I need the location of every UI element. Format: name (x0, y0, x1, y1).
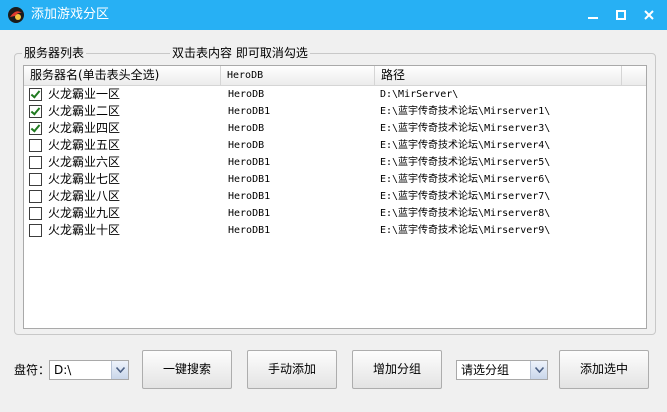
server-list-view[interactable]: 服务器名(单击表头全选) HeroDB 路径 火龙霸业一区 HeroDB D:\Mi… (23, 65, 647, 329)
server-name-cell: 火龙霸业六区 (48, 155, 121, 169)
chevron-down-icon[interactable] (530, 361, 547, 379)
herodb-cell: HeroDB (228, 123, 265, 134)
title-bar[interactable]: 添加游戏分区 (0, 0, 667, 30)
path-cell: E:\蓝宇传奇技术论坛\Mirserver9\ (380, 225, 551, 236)
minimize-icon (588, 17, 598, 19)
chevron-down-icon[interactable] (111, 361, 128, 379)
herodb-cell: HeroDB1 (228, 208, 271, 219)
server-name-cell: 火龙霸业九区 (48, 206, 121, 220)
drive-label: 盘符： (14, 363, 51, 377)
column-header-path[interactable]: 路径 (375, 66, 622, 85)
herodb-cell: HeroDB (228, 89, 265, 100)
table-row[interactable]: 火龙霸业八区 HeroDB1 E:\蓝宇传奇技术论坛\Mirserver7\ (24, 188, 646, 205)
maximize-icon (616, 10, 626, 20)
table-row[interactable]: 火龙霸业九区 HeroDB1 E:\蓝宇传奇技术论坛\Mirserver8\ (24, 205, 646, 222)
herodb-cell: HeroDB1 (228, 157, 271, 168)
herodb-cell: HeroDB1 (228, 106, 271, 117)
row-checkbox[interactable] (29, 207, 42, 220)
path-cell: E:\蓝宇传奇技术论坛\Mirserver4\ (380, 140, 551, 151)
row-checkbox[interactable] (29, 122, 42, 135)
server-name-cell: 火龙霸业十区 (48, 223, 121, 237)
table-row[interactable]: 火龙霸业二区 HeroDB1 E:\蓝宇传奇技术论坛\Mirserver1\ (24, 103, 646, 120)
row-checkbox[interactable] (29, 105, 42, 118)
one-click-search-button[interactable]: 一键搜索 (142, 350, 232, 389)
herodb-cell: HeroDB1 (228, 174, 271, 185)
list-header: 服务器名(单击表头全选) HeroDB 路径 (24, 66, 646, 86)
path-cell: E:\蓝宇传奇技术论坛\Mirserver5\ (380, 157, 551, 168)
path-cell: E:\蓝宇传奇技术论坛\Mirserver8\ (380, 208, 551, 219)
path-cell: D:\MirServer\ (380, 89, 459, 100)
window-title: 添加游戏分区 (31, 7, 110, 22)
table-row[interactable]: 火龙霸业十区 HeroDB1 E:\蓝宇传奇技术论坛\Mirserver9\ (24, 222, 646, 239)
herodb-cell: HeroDB1 (228, 225, 271, 236)
server-name-cell: 火龙霸业七区 (48, 172, 121, 186)
server-name-cell: 火龙霸业二区 (48, 104, 121, 118)
server-name-cell: 火龙霸业四区 (48, 121, 121, 135)
maximize-button[interactable] (610, 4, 632, 26)
table-row[interactable]: 火龙霸业一区 HeroDB D:\MirServer\ (24, 86, 646, 103)
row-checkbox[interactable] (29, 139, 42, 152)
manual-add-button[interactable]: 手动添加 (247, 350, 337, 389)
table-row[interactable]: 火龙霸业六区 HeroDB1 E:\蓝宇传奇技术论坛\Mirserver5\ (24, 154, 646, 171)
column-header-empty[interactable] (622, 66, 646, 85)
close-icon (644, 10, 654, 20)
add-group-button[interactable]: 增加分组 (352, 350, 442, 389)
app-logo-icon (7, 6, 25, 24)
double-click-hint: 双击表内容 即可取消勾选 (170, 45, 310, 61)
path-cell: E:\蓝宇传奇技术论坛\Mirserver7\ (380, 191, 551, 202)
drive-select[interactable]: D:\ (49, 360, 129, 380)
path-cell: E:\蓝宇传奇技术论坛\Mirserver3\ (380, 123, 551, 134)
herodb-cell: HeroDB1 (228, 191, 271, 202)
row-checkbox[interactable] (29, 224, 42, 237)
herodb-cell: HeroDB (228, 140, 265, 151)
row-checkbox[interactable] (29, 190, 42, 203)
server-list-legend: 服务器列表 (22, 45, 87, 61)
drive-select-value: D:\ (54, 363, 72, 377)
close-button[interactable] (638, 4, 660, 26)
row-checkbox[interactable] (29, 88, 42, 101)
add-game-zone-window: 添加游戏分区 服务器列表 双击表内容 即可取消勾选 服务器名(单击表头全选) H… (0, 0, 667, 412)
column-header-server-name[interactable]: 服务器名(单击表头全选) (24, 66, 221, 85)
group-select-value: 请选分组 (461, 363, 510, 377)
column-header-herodb[interactable]: HeroDB (221, 66, 375, 85)
table-row[interactable]: 火龙霸业四区 HeroDB E:\蓝宇传奇技术论坛\Mirserver3\ (24, 120, 646, 137)
server-name-cell: 火龙霸业八区 (48, 189, 121, 203)
group-select[interactable]: 请选分组 (456, 360, 548, 380)
minimize-button[interactable] (582, 4, 604, 26)
table-row[interactable]: 火龙霸业五区 HeroDB E:\蓝宇传奇技术论坛\Mirserver4\ (24, 137, 646, 154)
path-cell: E:\蓝宇传奇技术论坛\Mirserver1\ (380, 106, 551, 117)
row-checkbox[interactable] (29, 156, 42, 169)
server-name-cell: 火龙霸业一区 (48, 87, 121, 101)
path-cell: E:\蓝宇传奇技术论坛\Mirserver6\ (380, 174, 551, 185)
server-name-cell: 火龙霸业五区 (48, 138, 121, 152)
add-selected-button[interactable]: 添加选中 (559, 350, 649, 389)
table-row[interactable]: 火龙霸业七区 HeroDB1 E:\蓝宇传奇技术论坛\Mirserver6\ (24, 171, 646, 188)
row-checkbox[interactable] (29, 173, 42, 186)
